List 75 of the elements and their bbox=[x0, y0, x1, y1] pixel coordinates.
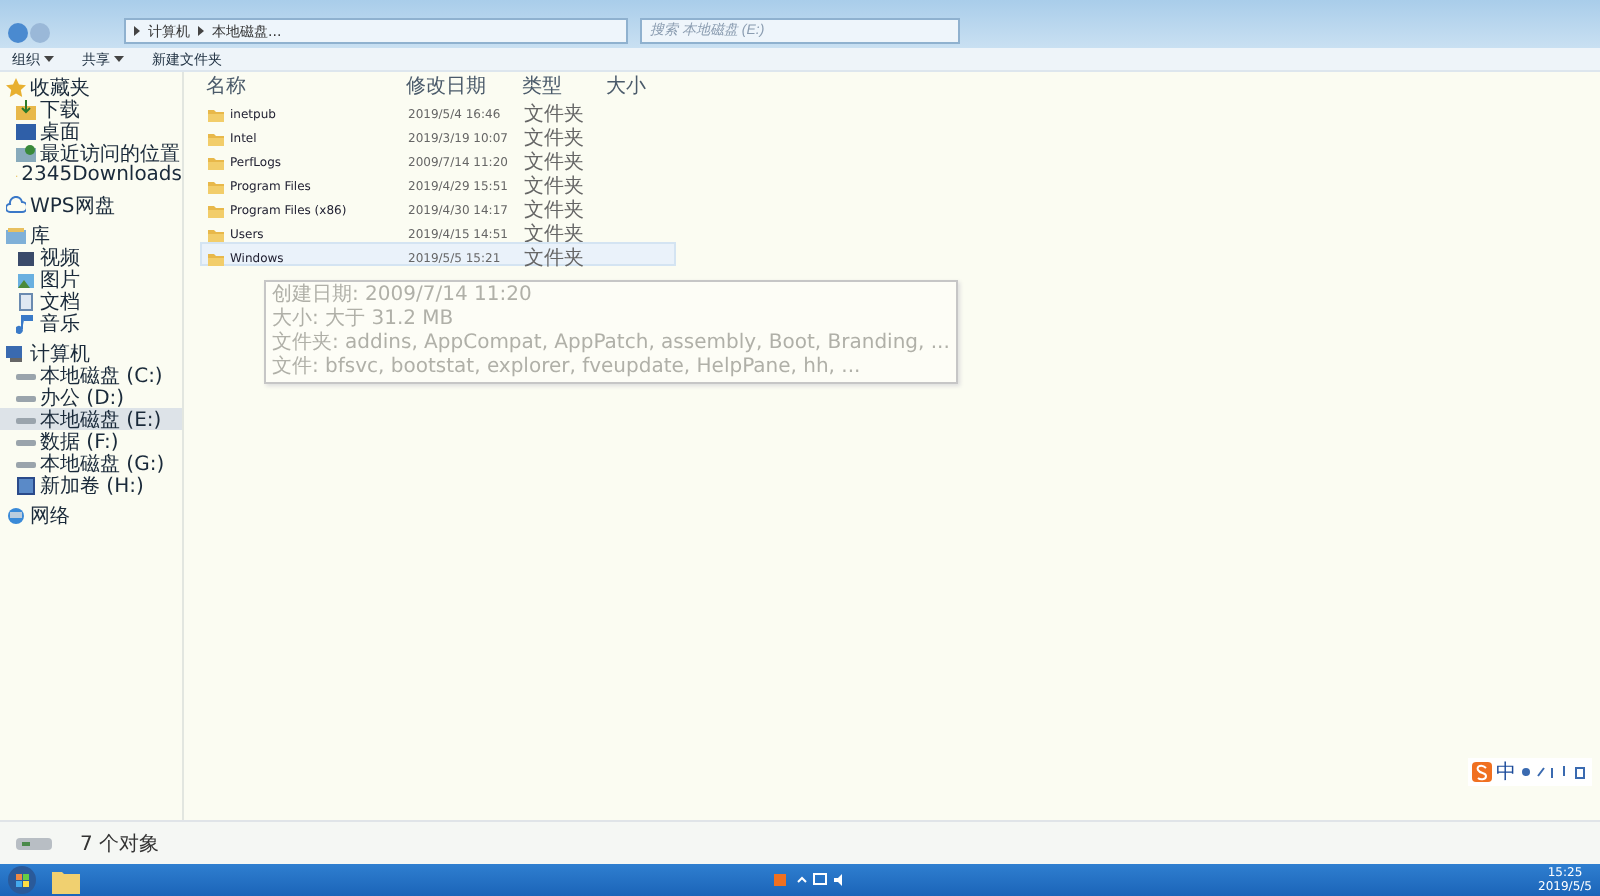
column-header[interactable]: 类型 bbox=[522, 72, 606, 100]
file-type: 文件夹 bbox=[524, 149, 586, 175]
tooltip-line: 创建日期: 2009/7/14 11:20 bbox=[272, 284, 534, 307]
column-header[interactable]: 大小 bbox=[606, 72, 686, 100]
library-icon bbox=[6, 225, 26, 245]
nav-label: 办公 (D:) bbox=[40, 384, 125, 409]
file-type: 文件夹 bbox=[524, 245, 586, 272]
column-header[interactable]: 修改日期 bbox=[406, 72, 522, 100]
nav-item[interactable]: 新加卷 (H:) bbox=[0, 474, 182, 496]
nav-label: 本地磁盘 (G:) bbox=[40, 450, 165, 475]
file-type: 文件夹 bbox=[524, 221, 586, 247]
nav-label: 音乐 bbox=[40, 311, 80, 337]
desktop-icon bbox=[16, 121, 36, 141]
nav-item[interactable]: 库 bbox=[0, 224, 182, 246]
nav-item[interactable]: 本地磁盘 (C:) bbox=[0, 364, 182, 386]
video-icon bbox=[16, 247, 36, 267]
tray-icons[interactable] bbox=[773, 872, 846, 888]
nav-label: 网络 bbox=[30, 503, 70, 529]
nav-label: 文档 bbox=[40, 289, 80, 313]
status-text: 7 个对象 bbox=[80, 831, 160, 857]
tooltip-line: 文件: bfsvc, bootstat, explorer, fveupdate, HelpPane, hh, ... bbox=[272, 356, 863, 380]
download-folder-icon bbox=[16, 99, 36, 119]
tooltip-line: 大小: 大于 31.2 MB bbox=[272, 308, 456, 331]
nav-label: 图片 bbox=[40, 267, 80, 291]
nav-label: 桌面 bbox=[40, 118, 80, 143]
nav-item[interactable]: 网络 bbox=[0, 504, 182, 526]
nav-item[interactable]: 本地磁盘 (E:) bbox=[0, 408, 182, 430]
nav-label: 数据 (F:) bbox=[40, 428, 119, 453]
file-type: 文件夹 bbox=[524, 173, 586, 199]
nav-item[interactable]: 桌面 bbox=[0, 120, 182, 142]
nav-item[interactable]: 文档 bbox=[0, 290, 182, 312]
drive-icon bbox=[16, 834, 52, 852]
file-type: 文件夹 bbox=[524, 125, 586, 151]
nav-item[interactable]: 数据 (F:) bbox=[0, 430, 182, 452]
nav-label: 最近访问的位置 bbox=[40, 141, 180, 165]
file-type: 文件夹 bbox=[524, 101, 586, 127]
start-button-icon[interactable] bbox=[8, 866, 36, 894]
nav-item[interactable]: 下载 bbox=[0, 98, 182, 120]
nav-label: 下载 bbox=[40, 96, 80, 121]
picture-icon bbox=[16, 269, 36, 289]
column-header[interactable]: 名称 bbox=[206, 72, 406, 100]
chevron-icon bbox=[134, 26, 140, 36]
nav-item[interactable]: 音乐 bbox=[0, 312, 182, 334]
nav-item[interactable]: 计算机 bbox=[0, 342, 182, 364]
cloud-icon bbox=[6, 195, 26, 215]
ime-mode[interactable]: 中 bbox=[1496, 758, 1516, 786]
nav-item[interactable]: 本地磁盘 (G:) bbox=[0, 452, 182, 474]
computer-icon bbox=[6, 343, 26, 363]
removable-drive-icon bbox=[16, 475, 36, 495]
nav-label: WPS网盘 bbox=[30, 193, 115, 219]
nav-item[interactable]: 图片 bbox=[0, 268, 182, 290]
nav-label: 视频 bbox=[40, 244, 80, 269]
nav-label: 计算机 bbox=[30, 341, 90, 365]
nav-label: 新加卷 (H:) bbox=[40, 472, 144, 499]
nav-label: 本地磁盘 (C:) bbox=[40, 362, 163, 387]
nav-label: 库 bbox=[30, 223, 50, 247]
network-icon bbox=[6, 505, 26, 525]
nav-label: 收藏夹 bbox=[30, 75, 90, 99]
back-forward-icon[interactable] bbox=[8, 22, 52, 44]
ime-tools-icon bbox=[1520, 764, 1588, 780]
nav-label: 本地磁盘 (E:) bbox=[40, 406, 162, 431]
nav-item[interactable]: 最近访问的位置 bbox=[0, 142, 182, 164]
document-icon bbox=[16, 291, 36, 311]
nav-item[interactable]: WPS网盘 bbox=[0, 194, 182, 216]
nav-item[interactable]: 视频 bbox=[0, 246, 182, 268]
nav-item[interactable]: 办公 (D:) bbox=[0, 386, 182, 408]
music-note-icon bbox=[16, 313, 36, 333]
recent-places-icon bbox=[16, 143, 36, 163]
star-icon bbox=[6, 77, 26, 97]
caret-icon bbox=[44, 56, 54, 62]
caret-icon bbox=[114, 56, 124, 62]
nav-item[interactable]: 收藏夹 bbox=[0, 76, 182, 98]
chevron-icon bbox=[198, 26, 204, 36]
file-type: 文件夹 bbox=[524, 197, 586, 223]
tooltip-line: 文件夹: addins, AppCompat, AppPatch, assembly, Boot, Branding, ... bbox=[272, 332, 950, 355]
